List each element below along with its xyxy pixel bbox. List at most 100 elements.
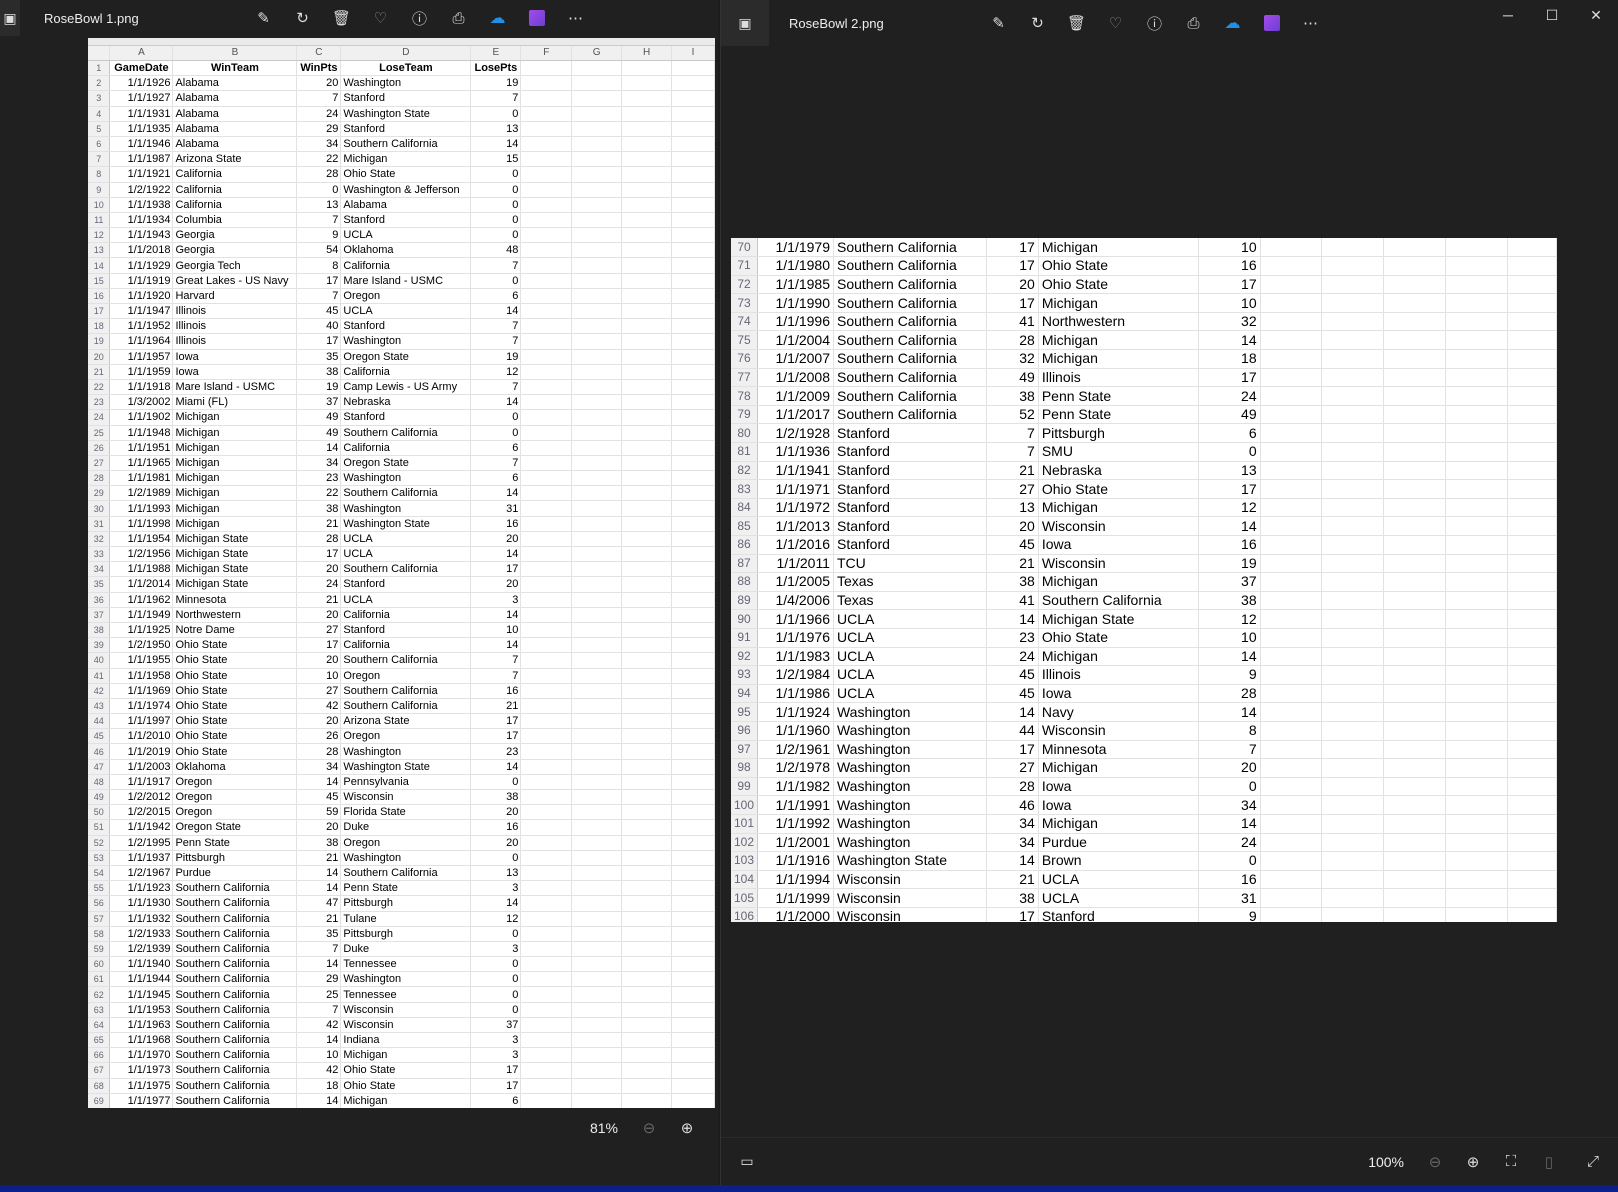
table-row: 59 1/2/1939 Southern California 7 Duke 3 bbox=[88, 941, 715, 958]
empty-cell bbox=[1445, 721, 1509, 741]
zoom-out-icon[interactable]: ⊖ bbox=[1416, 1146, 1454, 1178]
empty-cell bbox=[1507, 591, 1557, 611]
empty-cell bbox=[1445, 423, 1509, 444]
empty-cell bbox=[1507, 777, 1557, 797]
game-date-cell: 1/1/1938 bbox=[109, 197, 174, 213]
more-icon[interactable]: ⋯ bbox=[556, 3, 595, 33]
win-pts-cell: 10 bbox=[296, 668, 342, 684]
rotate-icon[interactable]: ↻ bbox=[283, 3, 322, 33]
zoom-in-icon[interactable]: ⊕ bbox=[668, 1112, 706, 1144]
row-number: 77 bbox=[731, 368, 759, 388]
lose-team-cell: Oregon State bbox=[340, 455, 472, 472]
empty-cell bbox=[520, 90, 573, 107]
column-header[interactable]: B bbox=[172, 46, 298, 61]
clipchamp-icon[interactable] bbox=[1252, 8, 1291, 38]
empty-cell bbox=[1383, 795, 1447, 815]
empty-cell bbox=[671, 941, 715, 958]
empty-cell bbox=[671, 637, 715, 654]
table-row: 103 1/1/1916 Washington State 14 Brown 0 bbox=[731, 851, 1557, 871]
empty-cell bbox=[1445, 535, 1509, 555]
empty-cell bbox=[520, 1017, 573, 1034]
lose-pts-cell: 9 bbox=[1198, 907, 1261, 922]
empty-cell bbox=[1507, 386, 1557, 406]
photos-app-icon[interactable]: ▣ bbox=[0, 0, 20, 36]
lose-team-cell: California bbox=[340, 637, 472, 654]
close-icon[interactable]: ✕ bbox=[1574, 0, 1618, 30]
photos-app-icon[interactable]: ▣ bbox=[721, 0, 769, 46]
win-team-cell: California bbox=[172, 197, 298, 213]
win-team-cell: Southern California bbox=[172, 1047, 298, 1064]
row-number: 14 bbox=[88, 257, 111, 274]
delete-icon[interactable]: 🗑 bbox=[1057, 8, 1096, 38]
empty-cell bbox=[1321, 405, 1385, 425]
empty-cell bbox=[621, 106, 673, 122]
lose-pts-cell: 6 bbox=[470, 440, 522, 456]
empty-cell bbox=[571, 470, 623, 487]
zoom-out-icon[interactable]: ⊖ bbox=[630, 1112, 668, 1144]
filmstrip-icon[interactable]: ▭ bbox=[727, 1146, 767, 1178]
table-row: 37 1/1/1949 Northwestern 20 California 14 bbox=[88, 607, 715, 623]
empty-cell bbox=[1383, 535, 1447, 555]
info-icon[interactable]: ⓘ bbox=[400, 3, 439, 33]
lose-pts-cell: 14 bbox=[470, 485, 522, 502]
column-header[interactable]: E bbox=[470, 46, 522, 61]
column-header[interactable]: A bbox=[109, 46, 174, 61]
empty-cell bbox=[1321, 256, 1385, 276]
info-icon[interactable]: ⓘ bbox=[1135, 8, 1174, 38]
onedrive-icon[interactable]: ☁ bbox=[478, 3, 517, 33]
column-header[interactable]: D bbox=[340, 46, 472, 61]
favorite-icon[interactable]: ♡ bbox=[361, 3, 400, 33]
win-pts-cell: 20 bbox=[296, 607, 342, 623]
empty-cell bbox=[1383, 702, 1447, 722]
table-row: 88 1/1/2005 Texas 38 Michigan 37 bbox=[731, 572, 1557, 592]
empty-cell bbox=[1260, 721, 1323, 741]
rotate-icon[interactable]: ↻ bbox=[1018, 8, 1057, 38]
empty-cell bbox=[1260, 870, 1323, 890]
win-pts-cell: 21 bbox=[296, 911, 342, 927]
zoom-in-icon[interactable]: ⊕ bbox=[1454, 1146, 1492, 1178]
empty-cell bbox=[571, 121, 623, 137]
table-row: 56 1/1/1930 Southern California 47 Pittsburg… bbox=[88, 895, 715, 912]
fit-to-window-icon[interactable]: ⛶ bbox=[1492, 1146, 1530, 1178]
actual-size-icon[interactable]: ▯ bbox=[1530, 1146, 1568, 1178]
maximize-icon[interactable]: ☐ bbox=[1530, 0, 1574, 30]
empty-cell bbox=[621, 212, 673, 229]
lose-team-cell: SMU bbox=[1038, 442, 1199, 462]
column-header[interactable]: C bbox=[296, 46, 342, 61]
empty-cell bbox=[520, 500, 573, 517]
fullscreen-icon[interactable]: ⤢ bbox=[1574, 1146, 1612, 1178]
onedrive-icon[interactable]: ☁ bbox=[1213, 8, 1252, 38]
game-date-cell: 1/2/1956 bbox=[109, 546, 174, 563]
win-pts-cell: 59 bbox=[296, 804, 342, 821]
select-all-corner[interactable] bbox=[88, 46, 111, 61]
clipchamp-icon[interactable] bbox=[517, 3, 556, 33]
zoom-level: 100% bbox=[1368, 1153, 1404, 1170]
row-number: 13 bbox=[88, 242, 111, 259]
table-row: 11 1/1/1934 Columbia 7 Stanford 0 bbox=[88, 212, 715, 229]
print-icon[interactable]: ⎙ bbox=[439, 3, 478, 33]
column-header[interactable]: I bbox=[671, 46, 715, 61]
empty-cell bbox=[621, 835, 673, 851]
more-icon[interactable]: ⋯ bbox=[1291, 8, 1330, 38]
win-pts-cell: 28 bbox=[986, 777, 1039, 797]
lose-team-cell: Washington bbox=[340, 850, 472, 866]
column-header[interactable]: H bbox=[621, 46, 673, 61]
empty-cell bbox=[621, 500, 673, 517]
win-pts-cell: 19 bbox=[296, 379, 342, 396]
favorite-icon[interactable]: ♡ bbox=[1096, 8, 1135, 38]
table-row: 78 1/1/2009 Southern California 38 Penn Stat… bbox=[731, 386, 1557, 406]
edit-image-icon[interactable]: ✎ bbox=[979, 8, 1018, 38]
minimize-icon[interactable]: ─ bbox=[1486, 0, 1530, 30]
row-number: 50 bbox=[88, 804, 111, 821]
column-header[interactable]: F bbox=[520, 46, 573, 61]
print-icon[interactable]: ⎙ bbox=[1174, 8, 1213, 38]
column-header[interactable]: G bbox=[571, 46, 623, 61]
game-date-cell: 1/2/1984 bbox=[757, 665, 834, 685]
lose-team-cell: Iowa bbox=[1038, 795, 1199, 815]
delete-icon[interactable]: 🗑 bbox=[322, 3, 361, 33]
table-row: 27 1/1/1965 Michigan 34 Oregon State 7 bbox=[88, 455, 715, 472]
win-pts-cell: 27 bbox=[296, 683, 342, 699]
empty-cell bbox=[1445, 702, 1509, 722]
empty-cell bbox=[520, 106, 573, 122]
edit-image-icon[interactable]: ✎ bbox=[244, 3, 283, 33]
